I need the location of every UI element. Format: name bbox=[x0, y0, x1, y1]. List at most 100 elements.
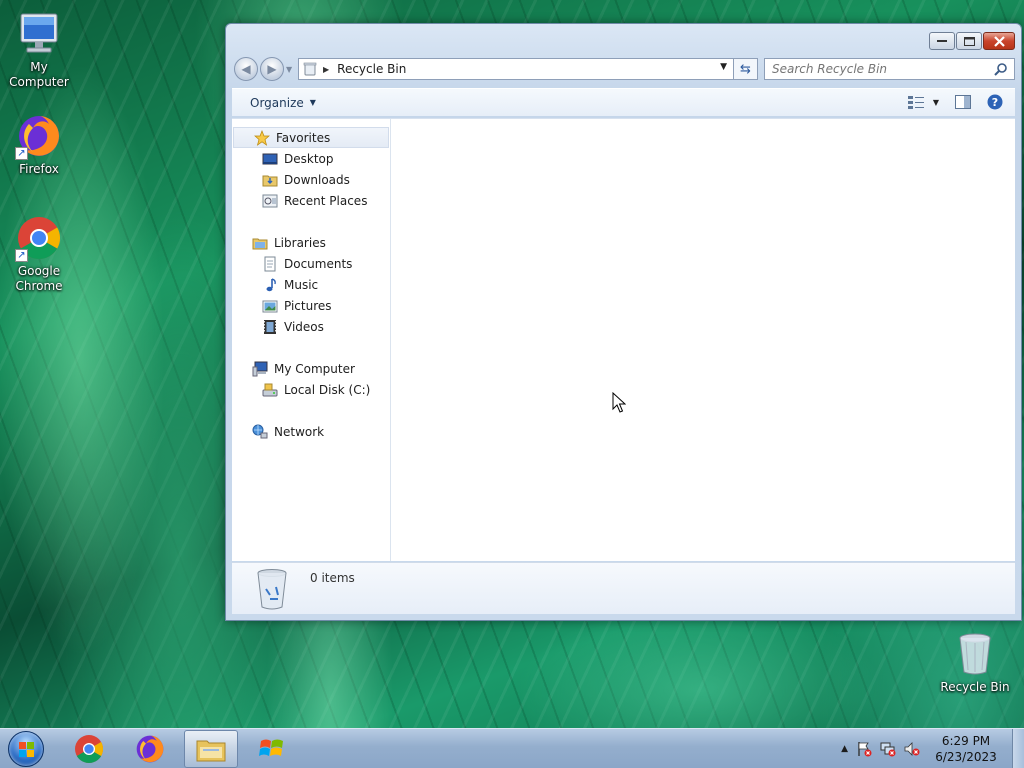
nav-item-label: Desktop bbox=[284, 151, 334, 166]
taskbar-app-chrome[interactable] bbox=[62, 730, 116, 768]
recent-pages-dropdown[interactable]: ▼ bbox=[286, 65, 294, 74]
nav-item-pictures[interactable]: Pictures bbox=[232, 295, 390, 316]
nav-item-label: Recent Places bbox=[284, 193, 368, 208]
address-bar[interactable]: ▶ Recycle Bin ▼ bbox=[298, 58, 734, 80]
minimize-icon bbox=[937, 40, 947, 42]
clock-date: 6/23/2023 bbox=[935, 750, 997, 764]
forward-button[interactable]: ▶ bbox=[260, 57, 284, 81]
taskbar-app-windows[interactable] bbox=[245, 730, 299, 768]
file-list-pane[interactable] bbox=[392, 119, 1015, 561]
nav-item-music[interactable]: Music bbox=[232, 274, 390, 295]
chrome-icon: ↗ bbox=[15, 214, 63, 262]
recycle-bin-icon bbox=[257, 569, 287, 610]
change-view-button[interactable]: ▼ bbox=[907, 95, 939, 109]
show-desktop-button[interactable] bbox=[1012, 729, 1024, 768]
network-status-icon[interactable] bbox=[880, 741, 896, 757]
nav-item-desktop[interactable]: Desktop bbox=[232, 148, 390, 169]
nav-item-my-computer[interactable]: My Computer bbox=[232, 358, 390, 379]
desktop-icon-google-chrome[interactable]: ↗ Google Chrome bbox=[0, 214, 78, 294]
nav-item-downloads[interactable]: Downloads bbox=[232, 169, 390, 190]
firefox-icon bbox=[136, 735, 164, 763]
folder-icon bbox=[196, 740, 226, 762]
nav-item-label: Favorites bbox=[276, 130, 331, 145]
preview-pane-icon[interactable] bbox=[955, 95, 971, 109]
windows-logo-icon bbox=[19, 742, 34, 757]
desktop-icon-firefox[interactable]: ↗ Firefox bbox=[0, 112, 78, 177]
recent-places-icon bbox=[262, 194, 278, 207]
nav-item-label: Pictures bbox=[284, 298, 332, 313]
command-bar-right: ▼ ? bbox=[907, 94, 1003, 110]
minimize-button[interactable] bbox=[929, 32, 955, 50]
windows-flag-icon bbox=[259, 739, 283, 756]
explorer-window: ◀ ▶ ▼ ▶ Recycle Bin ▼ ⇆ Organize ▼ bbox=[225, 23, 1022, 621]
nav-item-label: Local Disk (C:) bbox=[284, 382, 371, 397]
search-icon[interactable] bbox=[994, 62, 1008, 76]
maximize-button[interactable] bbox=[956, 32, 982, 50]
mouse-cursor-icon bbox=[612, 392, 626, 413]
desktop-icon bbox=[262, 153, 278, 164]
nav-item-label: Libraries bbox=[274, 235, 326, 250]
hard-drive-icon bbox=[262, 383, 278, 396]
clock[interactable]: 6:29 PM 6/23/2023 bbox=[920, 733, 1012, 765]
back-arrow-icon: ◀ bbox=[241, 62, 251, 76]
nav-item-label: Music bbox=[284, 277, 319, 292]
command-bar: Organize ▼ ▼ ? bbox=[232, 88, 1015, 116]
breadcrumb-separator-icon[interactable]: ▶ bbox=[323, 65, 329, 74]
desktop-icon-my-computer[interactable]: My Computer bbox=[0, 10, 78, 90]
clock-time: 6:29 PM bbox=[941, 734, 991, 748]
search-box[interactable] bbox=[764, 58, 1015, 80]
nav-item-recent-places[interactable]: Recent Places bbox=[232, 190, 390, 211]
nav-item-label: Downloads bbox=[284, 172, 350, 187]
breadcrumb-recycle-bin[interactable]: Recycle Bin bbox=[337, 62, 406, 76]
show-hidden-icons-icon[interactable]: ▲ bbox=[841, 744, 848, 754]
desktop-icon-label: Firefox bbox=[19, 162, 59, 176]
back-button[interactable]: ◀ bbox=[234, 57, 258, 81]
nav-item-videos[interactable]: Videos bbox=[232, 316, 390, 337]
nav-item-label: Network bbox=[274, 424, 325, 439]
nav-item-favorites[interactable]: Favorites bbox=[233, 127, 389, 148]
item-count: 0 items bbox=[310, 571, 355, 585]
refresh-button[interactable]: ⇆ bbox=[734, 58, 758, 80]
desktop-icon-recycle-bin[interactable]: Recycle Bin bbox=[936, 630, 1014, 695]
details-pane: 0 items bbox=[232, 562, 1015, 614]
taskbar: ▲ 6:29 PM 6/23/2023 bbox=[0, 728, 1024, 768]
desktop-icon-label: Recycle Bin bbox=[940, 680, 1010, 694]
nav-item-local-disk-c[interactable]: Local Disk (C:) bbox=[232, 379, 390, 400]
downloads-folder-icon bbox=[262, 175, 278, 186]
address-row: ◀ ▶ ▼ ▶ Recycle Bin ▼ ⇆ bbox=[234, 56, 1015, 82]
desktop-icon-label: My Computer bbox=[9, 60, 69, 89]
computer-icon bbox=[15, 10, 63, 58]
taskbar-app-firefox[interactable] bbox=[123, 730, 177, 768]
taskbar-app-explorer[interactable] bbox=[184, 730, 238, 768]
system-tray: ▲ 6:29 PM 6/23/2023 bbox=[833, 729, 1024, 768]
nav-item-documents[interactable]: Documents bbox=[232, 253, 390, 274]
maximize-icon bbox=[963, 36, 975, 46]
shortcut-arrow-icon: ↗ bbox=[15, 147, 28, 160]
pictures-icon bbox=[262, 300, 278, 312]
network-icon bbox=[252, 424, 268, 438]
start-button[interactable] bbox=[8, 731, 44, 767]
star-icon bbox=[254, 129, 270, 146]
nav-item-network[interactable]: Network bbox=[232, 421, 390, 442]
libraries-icon bbox=[252, 238, 268, 249]
nav-item-libraries[interactable]: Libraries bbox=[232, 232, 390, 253]
explorer-body: Favorites Desktop Downloads Recent Place… bbox=[232, 118, 1015, 561]
recycle-bin-icon bbox=[303, 62, 317, 76]
volume-muted-icon[interactable] bbox=[904, 741, 920, 757]
chrome-icon bbox=[75, 735, 104, 764]
close-icon bbox=[993, 35, 1005, 47]
music-note-icon bbox=[266, 277, 276, 291]
organize-button[interactable]: Organize ▼ bbox=[250, 96, 316, 110]
action-center-flag-icon[interactable] bbox=[856, 741, 872, 757]
close-button[interactable] bbox=[983, 32, 1015, 50]
desktop-icon-label: Google Chrome bbox=[15, 264, 63, 293]
documents-icon bbox=[264, 256, 276, 271]
chevron-down-icon[interactable]: ▼ bbox=[933, 98, 939, 107]
address-dropdown-icon[interactable]: ▼ bbox=[720, 62, 727, 72]
search-input[interactable] bbox=[772, 62, 972, 76]
help-icon[interactable]: ? bbox=[987, 94, 1003, 110]
recycle-bin-icon bbox=[951, 630, 999, 678]
caption-buttons bbox=[929, 32, 1015, 50]
navigation-pane[interactable]: Favorites Desktop Downloads Recent Place… bbox=[232, 119, 391, 561]
firefox-icon: ↗ bbox=[15, 112, 63, 160]
